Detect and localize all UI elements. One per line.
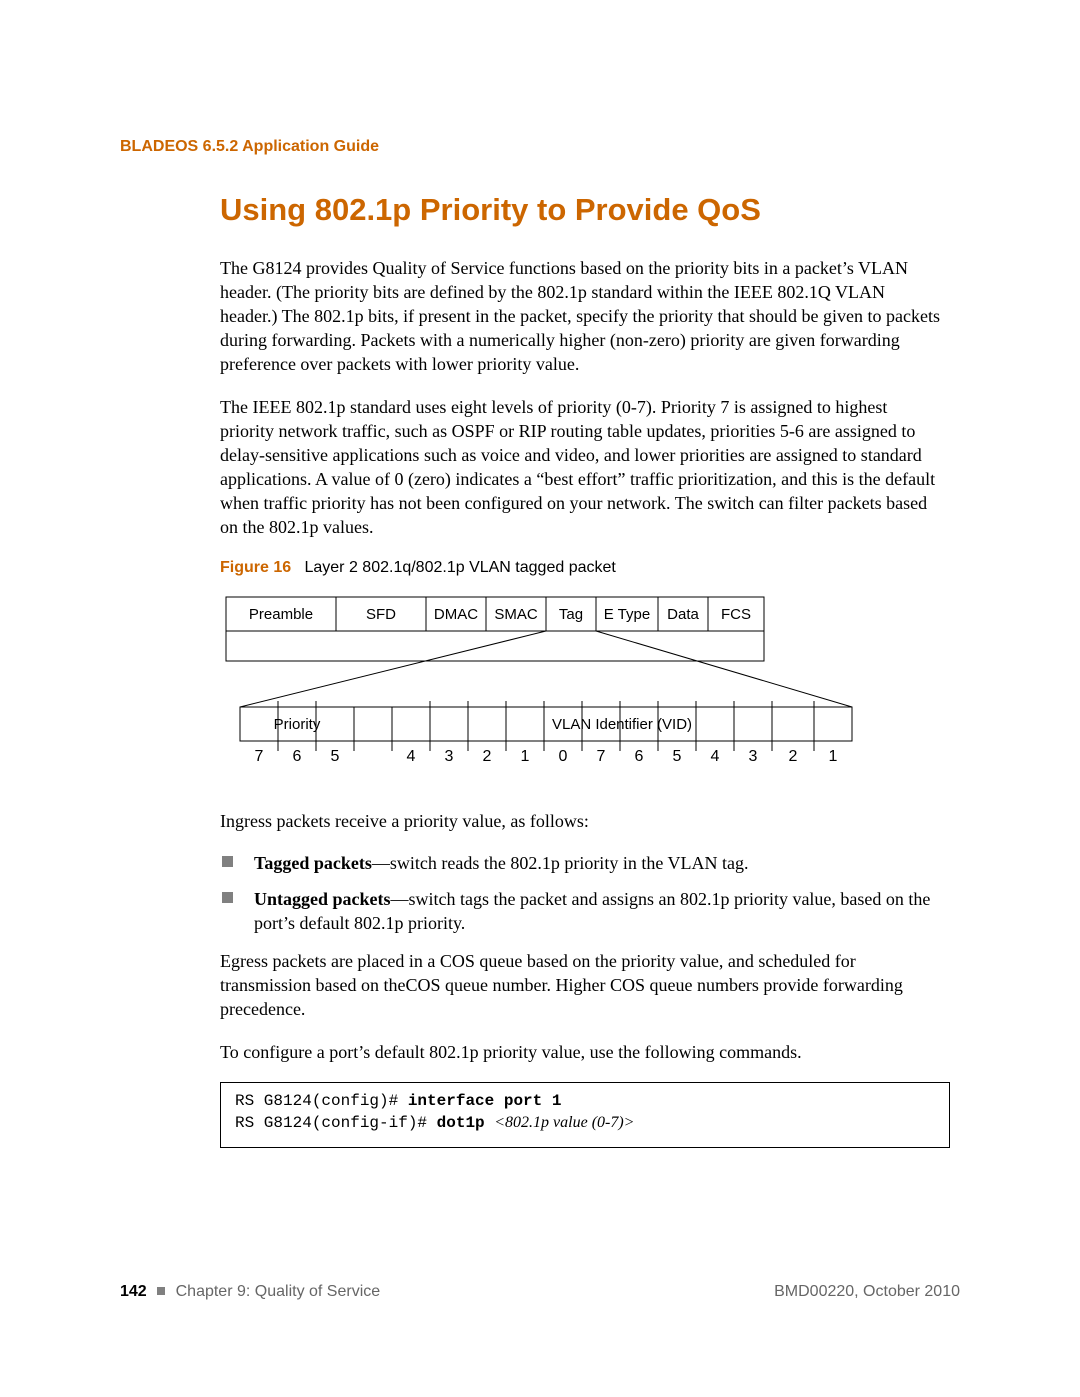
svg-text:7: 7 xyxy=(597,748,606,765)
svg-text:Tag: Tag xyxy=(559,606,583,623)
page: BLADEOS 6.5.2 Application Guide Using 80… xyxy=(0,0,1080,1397)
list-item-term: Tagged packets xyxy=(254,853,372,873)
footer-right: BMD00220, October 2010 xyxy=(774,1283,960,1301)
cli-command: dot1p xyxy=(437,1114,495,1132)
svg-text:2: 2 xyxy=(789,748,798,765)
figure-caption: Figure 16 Layer 2 802.1q/802.1p VLAN tag… xyxy=(220,557,944,578)
svg-text:Priority: Priority xyxy=(274,716,321,733)
svg-text:7: 7 xyxy=(255,748,264,765)
svg-text:3: 3 xyxy=(445,748,454,765)
svg-text:0: 0 xyxy=(559,748,568,765)
page-footer: 142 Chapter 9: Quality of Service BMD002… xyxy=(120,1283,960,1301)
list-item: Untagged packets—switch tags the packet … xyxy=(220,887,944,935)
paragraph: The G8124 provides Quality of Service fu… xyxy=(220,256,944,377)
body-content: The G8124 provides Quality of Service fu… xyxy=(220,256,944,1148)
svg-text:6: 6 xyxy=(635,748,644,765)
code-block: RS G8124(config)# interface port 1 RS G8… xyxy=(220,1082,950,1148)
svg-text:4: 4 xyxy=(407,748,416,765)
list-item-term: Untagged packets xyxy=(254,889,391,909)
cli-argument: <802.1p value (0-7)> xyxy=(494,1114,634,1131)
svg-text:E Type: E Type xyxy=(604,606,650,623)
packet-top-row: Preamble SFD DMAC SMAC Tag E Type Data F… xyxy=(226,597,764,631)
tag-bits-row: Priority VLAN Identifier (VID) 7 6 5 4 3… xyxy=(240,701,852,765)
svg-text:Data: Data xyxy=(667,606,699,623)
bullet-list: Tagged packets—switch reads the 802.1p p… xyxy=(220,851,944,935)
cli-prompt: RS G8124(config-if)# xyxy=(235,1114,437,1132)
footer-chapter: Chapter 9: Quality of Service xyxy=(176,1283,381,1300)
cli-command: interface port 1 xyxy=(408,1092,562,1110)
page-number: 142 xyxy=(120,1283,147,1300)
svg-text:FCS: FCS xyxy=(721,606,751,623)
list-item: Tagged packets—switch reads the 802.1p p… xyxy=(220,851,944,875)
running-header: BLADEOS 6.5.2 Application Guide xyxy=(120,138,960,156)
svg-text:3: 3 xyxy=(749,748,758,765)
svg-text:SFD: SFD xyxy=(366,606,396,623)
figure-diagram: Preamble SFD DMAC SMAC Tag E Type Data F… xyxy=(216,593,944,783)
svg-text:1: 1 xyxy=(521,748,530,765)
svg-text:VLAN Identifier (VID): VLAN Identifier (VID) xyxy=(552,716,692,733)
section-title: Using 802.1p Priority to Provide QoS xyxy=(220,192,960,228)
svg-text:6: 6 xyxy=(293,748,302,765)
svg-text:DMAC: DMAC xyxy=(434,606,478,623)
svg-text:5: 5 xyxy=(673,748,682,765)
paragraph: Egress packets are placed in a COS queue… xyxy=(220,949,944,1021)
svg-text:SMAC: SMAC xyxy=(494,606,538,623)
svg-text:2: 2 xyxy=(483,748,492,765)
figure-label: Figure 16 xyxy=(220,559,291,576)
paragraph: To configure a port’s default 802.1p pri… xyxy=(220,1040,944,1064)
svg-text:1: 1 xyxy=(829,748,838,765)
paragraph: The IEEE 802.1p standard uses eight leve… xyxy=(220,395,944,540)
cli-prompt: RS G8124(config)# xyxy=(235,1092,408,1110)
figure-caption-text: Layer 2 802.1q/802.1p VLAN tagged packet xyxy=(304,559,615,576)
svg-text:5: 5 xyxy=(331,748,340,765)
footer-left: 142 Chapter 9: Quality of Service xyxy=(120,1283,380,1301)
svg-text:4: 4 xyxy=(711,748,720,765)
footer-square-icon xyxy=(157,1287,165,1295)
paragraph: Ingress packets receive a priority value… xyxy=(220,809,944,833)
list-item-text: —switch reads the 802.1p priority in the… xyxy=(372,853,749,873)
svg-text:Preamble: Preamble xyxy=(249,606,313,623)
